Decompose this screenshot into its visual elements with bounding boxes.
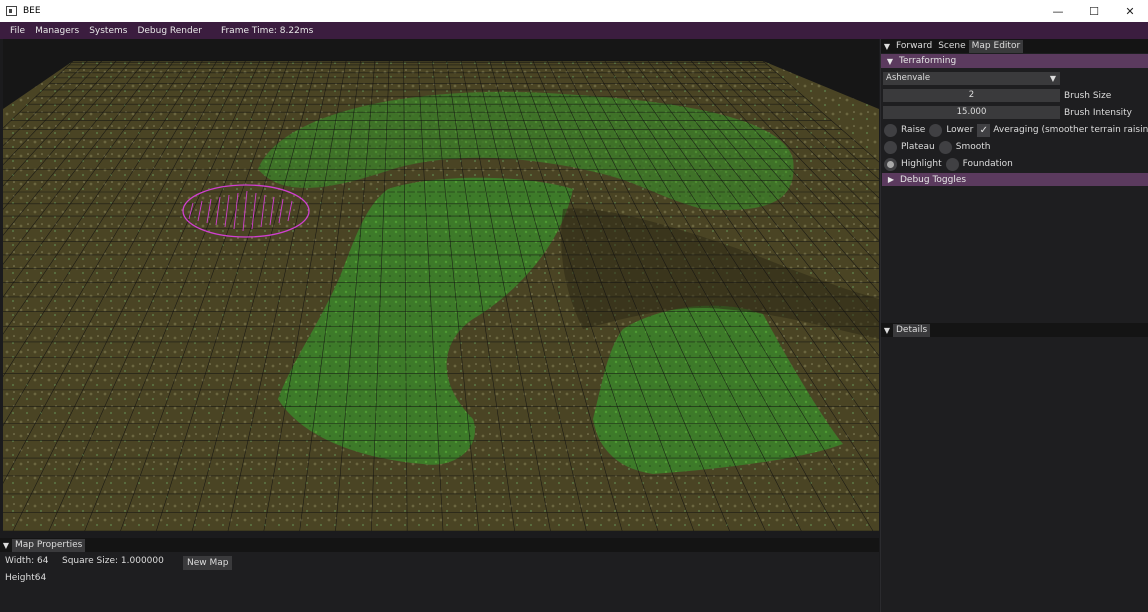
tab-details[interactable]: Details	[893, 323, 931, 337]
mode-row-1: Raise Lower ✓ Averaging (smoother terrai…	[884, 123, 1148, 137]
app-icon	[6, 6, 17, 16]
terraforming-header-label: Terraforming	[899, 56, 957, 66]
brush-size-input[interactable]: 2	[883, 89, 1060, 102]
mode-row-2: Plateau Smooth	[884, 140, 994, 154]
window-title: BEE	[23, 6, 41, 16]
tab-scene[interactable]: Scene	[935, 40, 968, 53]
expanded-arrow-icon: ▼	[886, 56, 894, 66]
new-map-button[interactable]: New Map	[183, 556, 233, 570]
terraforming-header[interactable]: ▼ Terraforming	[881, 54, 1148, 68]
lower-label: Lower	[946, 125, 974, 135]
debug-toggles-label: Debug Toggles	[900, 174, 967, 185]
map-properties-collapse-icon[interactable]: ▼	[0, 541, 12, 550]
menu-file[interactable]: File	[0, 26, 30, 36]
map-height-text: Height64	[5, 573, 47, 583]
raise-radio[interactable]	[884, 123, 897, 137]
menu-systems[interactable]: Systems	[84, 26, 132, 36]
averaging-label: Averaging (smoother terrain raising and	[993, 125, 1148, 135]
brush-intensity-label: Brush Intensity	[1064, 108, 1133, 118]
frame-time-readout: Frame Time: 8.22ms	[220, 25, 314, 36]
menu-debug-render[interactable]: Debug Render	[132, 26, 207, 36]
map-width-text: Width: 64	[5, 556, 49, 566]
highlight-label: Highlight	[901, 159, 942, 169]
plateau-label: Plateau	[901, 142, 935, 152]
bottom-panel-tabbar: ▼ Map Properties	[0, 538, 879, 552]
plateau-radio[interactable]	[884, 140, 897, 154]
highlight-radio[interactable]	[884, 157, 897, 171]
tab-forward[interactable]: Forward	[893, 40, 935, 53]
map-editor-panel: ▼ Forward Scene Map Editor ▼ Terraformin…	[880, 39, 1148, 612]
tileset-selected-value: Ashenvale	[886, 73, 931, 83]
foundation-label: Foundation	[962, 159, 1013, 169]
minimize-button[interactable]: —	[1040, 0, 1076, 22]
collapsed-arrow-icon: ▶	[887, 175, 895, 184]
window-title-bar: BEE — ☐ ✕	[0, 0, 1148, 22]
details-collapse-icon[interactable]: ▼	[881, 326, 893, 335]
tab-map-properties[interactable]: Map Properties	[12, 538, 86, 552]
menu-bar: File Managers Systems Debug Render Frame…	[0, 22, 1148, 39]
tab-map-editor[interactable]: Map Editor	[968, 39, 1024, 53]
smooth-label: Smooth	[955, 142, 991, 152]
combo-arrow-icon: ▼	[1049, 74, 1056, 83]
menu-managers[interactable]: Managers	[30, 26, 84, 36]
maximize-button[interactable]: ☐	[1076, 0, 1112, 22]
averaging-checkbox[interactable]: ✓	[977, 123, 991, 137]
brush-intensity-input[interactable]: 15.000	[883, 106, 1060, 119]
collapse-icon[interactable]: ▼	[881, 42, 893, 51]
square-size-text: Square Size: 1.000000	[62, 556, 164, 566]
lower-radio[interactable]	[929, 123, 943, 137]
right-panel-tabbar: ▼ Forward Scene Map Editor	[881, 39, 1148, 53]
details-tabbar: ▼ Details	[881, 323, 1148, 337]
mode-row-3: Highlight Foundation	[884, 157, 1017, 171]
scene-viewport[interactable]	[3, 39, 879, 531]
debug-toggles-header[interactable]: ▶ Debug Toggles	[882, 173, 1148, 186]
checkmark-icon: ✓	[979, 124, 988, 136]
tileset-combo[interactable]: Ashenvale ▼	[883, 72, 1060, 85]
raise-label: Raise	[901, 125, 926, 135]
smooth-radio[interactable]	[938, 140, 952, 154]
terrain-render[interactable]	[3, 39, 879, 531]
foundation-radio[interactable]	[945, 157, 959, 171]
map-properties-panel: ▼ Map Properties Width: 64 Square Size: …	[0, 538, 879, 612]
close-button[interactable]: ✕	[1112, 0, 1148, 22]
brush-size-label: Brush Size	[1064, 91, 1112, 101]
